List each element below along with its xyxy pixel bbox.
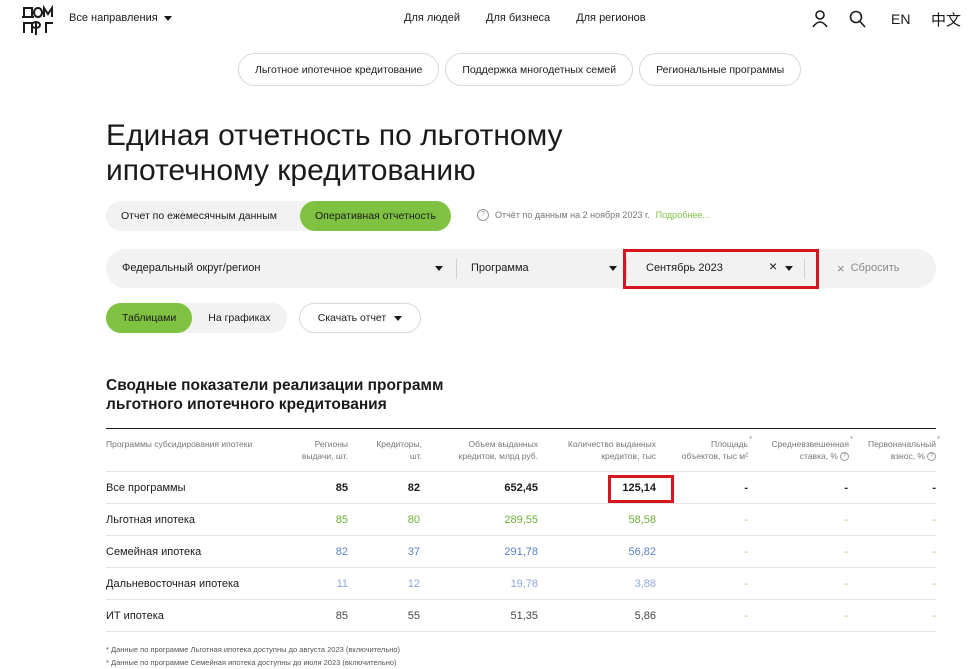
- footnote: * Данные по программе Льготная ипотека д…: [106, 645, 401, 654]
- table-row: Все программы 85 82 652,45 125,14 - - -: [106, 472, 936, 504]
- tab-tables[interactable]: Таблицами: [106, 303, 193, 333]
- summary-table: Программы субсидирования ипотеки Регионы…: [106, 428, 940, 632]
- question-icon: ?: [477, 209, 489, 221]
- col-lenders: Кредиторы, шт.: [376, 439, 422, 461]
- view-mode-toggle: Таблицами На графиках: [106, 303, 287, 333]
- nav-for-business[interactable]: Для бизнеса: [486, 12, 550, 24]
- tab-monthly-report[interactable]: Отчет по ежемесячным данным: [106, 201, 292, 231]
- table-row: Льготная ипотека 85 80 289,55 58,58 - - …: [106, 504, 936, 536]
- program-select[interactable]: Программа: [471, 262, 529, 274]
- footnotes: * Данные по программе Льготная ипотека д…: [106, 643, 400, 669]
- report-type-toggle: Отчет по ежемесячным данным Оперативная …: [106, 201, 451, 231]
- table-header: Программы субсидирования ипотеки Регионы…: [106, 429, 940, 472]
- report-date-info: ? Отчёт по данным на 2 ноября 2023 г. По…: [477, 209, 710, 221]
- lang-en-link[interactable]: EN: [891, 11, 910, 27]
- table-row: Семейная ипотека 82 37 291,78 56,82 - - …: [106, 536, 936, 568]
- footnote: * Данные по программе Семейная ипотека д…: [106, 658, 397, 667]
- period-select[interactable]: Сентябрь 2023: [646, 262, 723, 274]
- filter-bar: Федеральный округ/регион Программа Сентя…: [106, 249, 936, 288]
- all-directions-dropdown[interactable]: Все направления: [69, 12, 172, 24]
- col-count: Количество выданных кредитов, тыс: [567, 439, 656, 461]
- chevron-down-icon[interactable]: [609, 266, 617, 271]
- col-regions: Регионы выдачи, шт.: [301, 439, 348, 461]
- pill-preferential-mortgage[interactable]: Льготное ипотечное кредитование: [238, 53, 440, 86]
- section-title: Сводные показатели реализации программ л…: [106, 377, 444, 413]
- reset-filters-button[interactable]: × Сбросить: [837, 260, 900, 276]
- region-select[interactable]: Федеральный округ/регион: [122, 262, 260, 274]
- close-icon: ×: [837, 260, 845, 276]
- nav-for-regions[interactable]: Для регионов: [576, 12, 645, 24]
- chevron-down-icon: [163, 15, 172, 21]
- tab-operational-report[interactable]: Оперативная отчетность: [300, 201, 451, 231]
- pill-regional-programs[interactable]: Региональные программы: [639, 53, 802, 86]
- tab-charts[interactable]: На графиках: [192, 303, 286, 333]
- col-rate: * Средневзвешенная ставка, %?: [771, 436, 853, 462]
- col-down-payment: * Первоначальный взнос, %?: [867, 436, 940, 462]
- divider: [804, 259, 805, 279]
- question-icon[interactable]: ?: [927, 452, 936, 462]
- table-row: Дальневосточная ипотека 11 12 19,78 3,88…: [106, 568, 936, 600]
- chevron-down-icon[interactable]: [435, 266, 443, 271]
- divider: [456, 259, 457, 279]
- clear-period-icon[interactable]: ×: [769, 258, 777, 274]
- question-icon[interactable]: ?: [840, 452, 849, 462]
- domrf-logo-icon[interactable]: [22, 5, 56, 35]
- col-area: * Площадь объектов, тыс м²: [681, 436, 752, 461]
- user-icon[interactable]: [812, 10, 828, 28]
- divider: [626, 259, 627, 279]
- top-nav: Для людей Для бизнеса Для регионов: [404, 12, 646, 24]
- pill-large-families[interactable]: Поддержка многодетных семей: [445, 53, 634, 86]
- chevron-down-icon[interactable]: [785, 266, 793, 271]
- col-volume: Объем выданных кредитов, млрд руб.: [458, 439, 538, 461]
- more-details-link[interactable]: Подробнее...: [656, 210, 710, 220]
- nav-for-people[interactable]: Для людей: [404, 12, 460, 24]
- program-pills: Льготное ипотечное кредитование Поддержк…: [238, 53, 802, 86]
- download-report-button[interactable]: Скачать отчет: [299, 303, 421, 333]
- table-row: ИТ ипотека 85 55 51,35 5,86 - - -: [106, 600, 936, 632]
- page-title: Единая отчетность по льготному ипотечном…: [106, 119, 563, 187]
- search-icon[interactable]: [849, 10, 866, 28]
- lang-zh-link[interactable]: 中文: [931, 9, 961, 30]
- col-programs: Программы субсидирования ипотеки: [106, 439, 253, 449]
- chevron-down-icon: [394, 315, 403, 321]
- count-highlight-box: [608, 475, 674, 503]
